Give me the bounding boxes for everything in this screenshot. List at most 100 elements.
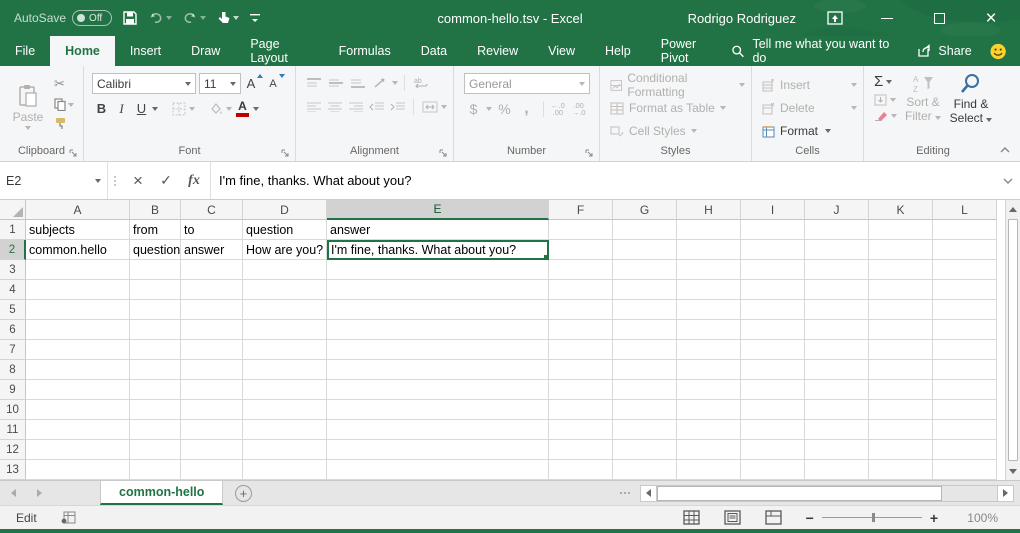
previous-sheet-button[interactable] — [0, 481, 26, 505]
horizontal-scrollbar[interactable] — [657, 485, 997, 502]
cell-C9[interactable] — [181, 380, 243, 400]
row-header-11[interactable]: 11 — [0, 420, 26, 440]
comma-format-button[interactable]: , — [517, 98, 536, 119]
cell-C13[interactable] — [181, 460, 243, 480]
cell-I9[interactable] — [741, 380, 805, 400]
cell-C6[interactable] — [181, 320, 243, 340]
ribbon-tab-page-layout[interactable]: Page Layout — [235, 36, 323, 66]
cell-A12[interactable] — [26, 440, 130, 460]
cell-I10[interactable] — [741, 400, 805, 420]
cell-G2[interactable] — [613, 240, 677, 260]
cell-F13[interactable] — [549, 460, 613, 480]
cell-J9[interactable] — [805, 380, 869, 400]
undo-button[interactable] — [148, 10, 172, 26]
italic-button[interactable]: I — [112, 98, 131, 119]
cell-D1[interactable]: question — [243, 220, 327, 240]
fill-color-caret[interactable] — [226, 107, 232, 111]
name-box-caret[interactable] — [95, 179, 101, 183]
cell-C12[interactable] — [181, 440, 243, 460]
cell-A5[interactable] — [26, 300, 130, 320]
ribbon-tab-draw[interactable]: Draw — [176, 36, 235, 66]
cell-C4[interactable] — [181, 280, 243, 300]
row-header-9[interactable]: 9 — [0, 380, 26, 400]
enter-button[interactable]: ✓ — [152, 162, 180, 199]
normal-view-button[interactable] — [683, 510, 700, 525]
cell-G3[interactable] — [613, 260, 677, 280]
cell-E4[interactable] — [327, 280, 549, 300]
save-button[interactable] — [122, 10, 138, 26]
cell-K2[interactable] — [869, 240, 933, 260]
cell-L6[interactable] — [933, 320, 997, 340]
cell-G11[interactable] — [613, 420, 677, 440]
autosave-toggle[interactable]: AutoSave Off — [14, 10, 112, 26]
cell-G9[interactable] — [613, 380, 677, 400]
cell-L11[interactable] — [933, 420, 997, 440]
cell-F9[interactable] — [549, 380, 613, 400]
cell-D3[interactable] — [243, 260, 327, 280]
cell-D9[interactable] — [243, 380, 327, 400]
cell-B3[interactable] — [130, 260, 181, 280]
maximize-button[interactable] — [926, 5, 952, 31]
cell-J4[interactable] — [805, 280, 869, 300]
cell-A1[interactable]: subjects — [26, 220, 130, 240]
cell-E7[interactable] — [327, 340, 549, 360]
cell-H3[interactable] — [677, 260, 741, 280]
cell-A4[interactable] — [26, 280, 130, 300]
cell-K6[interactable] — [869, 320, 933, 340]
align-right-button[interactable] — [346, 97, 365, 117]
borders-button[interactable] — [169, 98, 188, 119]
cell-A13[interactable] — [26, 460, 130, 480]
cell-C11[interactable] — [181, 420, 243, 440]
cell-I12[interactable] — [741, 440, 805, 460]
row-header-4[interactable]: 4 — [0, 280, 26, 300]
cell-styles-button[interactable]: Cell Styles — [610, 121, 745, 141]
vertical-scroll-thumb[interactable] — [1008, 219, 1018, 461]
cell-D13[interactable] — [243, 460, 327, 480]
cell-F5[interactable] — [549, 300, 613, 320]
autosave-switch[interactable]: Off — [72, 10, 112, 26]
cell-C8[interactable] — [181, 360, 243, 380]
ribbon-tab-view[interactable]: View — [533, 36, 590, 66]
font-color-button[interactable]: A — [233, 98, 252, 119]
scroll-up-button[interactable] — [1006, 200, 1020, 218]
cell-E11[interactable] — [327, 420, 549, 440]
format-as-table-button[interactable]: Format as Table — [610, 98, 745, 118]
zoom-slider[interactable] — [822, 517, 922, 518]
collapse-ribbon-button[interactable] — [1000, 147, 1010, 153]
cell-H11[interactable] — [677, 420, 741, 440]
ribbon-tab-home[interactable]: Home — [50, 36, 115, 66]
touch-mode-caret[interactable] — [233, 16, 239, 20]
cell-D10[interactable] — [243, 400, 327, 420]
cell-D2[interactable]: How are you? — [243, 240, 327, 260]
cell-D8[interactable] — [243, 360, 327, 380]
cell-K5[interactable] — [869, 300, 933, 320]
column-header-E[interactable]: E — [327, 200, 549, 220]
cell-C7[interactable] — [181, 340, 243, 360]
cell-J1[interactable] — [805, 220, 869, 240]
row-header-5[interactable]: 5 — [0, 300, 26, 320]
tab-scrollbar-splitter[interactable] — [620, 492, 630, 494]
zoom-out-button[interactable]: − — [806, 511, 814, 525]
cell-K9[interactable] — [869, 380, 933, 400]
column-header-G[interactable]: G — [613, 200, 677, 220]
customize-qat-button[interactable] — [249, 12, 261, 24]
cell-K13[interactable] — [869, 460, 933, 480]
cell-K8[interactable] — [869, 360, 933, 380]
redo-dropdown-caret[interactable] — [200, 16, 206, 20]
cell-I5[interactable] — [741, 300, 805, 320]
cell-D7[interactable] — [243, 340, 327, 360]
cell-G1[interactable] — [613, 220, 677, 240]
cell-J10[interactable] — [805, 400, 869, 420]
cell-I1[interactable] — [741, 220, 805, 240]
clear-caret[interactable] — [891, 114, 897, 118]
fill-caret[interactable] — [890, 98, 896, 102]
autosum-caret[interactable] — [886, 80, 892, 84]
column-header-K[interactable]: K — [869, 200, 933, 220]
insert-cells-button[interactable]: Insert — [762, 75, 857, 95]
align-middle-button[interactable] — [326, 73, 346, 93]
underline-caret[interactable] — [152, 107, 158, 111]
cell-I2[interactable] — [741, 240, 805, 260]
cell-G7[interactable] — [613, 340, 677, 360]
cell-J12[interactable] — [805, 440, 869, 460]
cell-G12[interactable] — [613, 440, 677, 460]
